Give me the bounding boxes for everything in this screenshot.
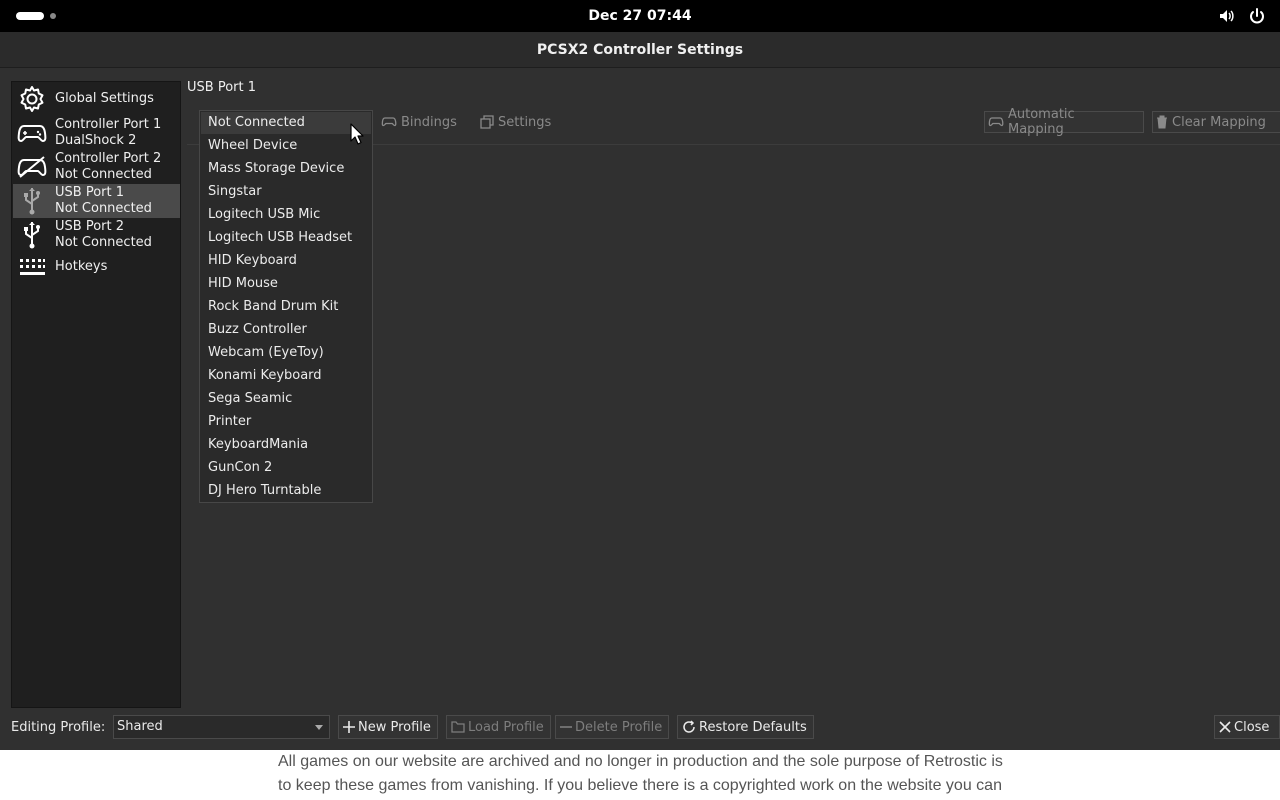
webpage-text-line: All games on our website are archived an… xyxy=(278,753,1003,770)
power-icon[interactable] xyxy=(1248,7,1266,25)
sidebar-item-controller-port-2[interactable]: Controller Port 2 Not Connected xyxy=(13,150,180,184)
dropdown-option[interactable]: Buzz Controller xyxy=(201,319,371,341)
profile-select-value: Shared xyxy=(117,719,163,734)
sidebar-item-label: USB Port 1 xyxy=(55,185,124,200)
sidebar-item-status: Not Connected xyxy=(55,201,152,216)
profile-bar: Editing Profile: Shared New Profile Load… xyxy=(0,708,1280,750)
sidebar-item-label: Controller Port 1 xyxy=(55,117,162,132)
dropdown-option[interactable]: DJ Hero Turntable xyxy=(201,480,371,502)
close-button[interactable]: Close xyxy=(1214,715,1280,739)
keyboard-icon xyxy=(17,252,47,282)
clock[interactable]: Dec 27 07:44 xyxy=(588,8,691,24)
sidebar-item-label: Controller Port 2 xyxy=(55,151,162,166)
load-profile-button[interactable]: Load Profile xyxy=(446,715,551,739)
gamepad-icon xyxy=(381,117,397,127)
bindings-tab[interactable]: Bindings xyxy=(381,111,457,133)
delete-profile-button[interactable]: Delete Profile xyxy=(555,715,670,739)
workspace-pill xyxy=(16,12,44,20)
gamepad-disconnected-icon xyxy=(17,152,47,182)
settings-icon xyxy=(480,115,494,129)
dropdown-option[interactable]: Singstar xyxy=(201,181,371,203)
dropdown-option[interactable]: Sega Seamic xyxy=(201,388,371,410)
webpage-text-line: to keep these games from vanishing. If y… xyxy=(278,777,1002,794)
automatic-mapping-button[interactable]: Automatic Mapping xyxy=(984,107,1144,137)
dropdown-option[interactable]: Logitech USB Mic xyxy=(201,204,371,226)
gamepad-icon xyxy=(17,118,47,148)
clear-mapping-button[interactable]: Clear Mapping xyxy=(1152,111,1280,133)
background-webpage: All games on our website are archived an… xyxy=(0,750,1280,800)
close-icon xyxy=(1219,721,1231,733)
dropdown-option[interactable]: Mass Storage Device xyxy=(201,158,371,180)
sidebar-item-label: Global Settings xyxy=(55,91,154,106)
usb-icon xyxy=(17,220,47,250)
sidebar-item-usb-port-1[interactable]: USB Port 1 Not Connected xyxy=(13,184,180,218)
dropdown-option[interactable]: Webcam (EyeToy) xyxy=(201,342,371,364)
chevron-down-icon xyxy=(315,725,323,730)
settings-tab[interactable]: Settings xyxy=(480,111,551,133)
new-profile-label: New Profile xyxy=(358,719,431,735)
sidebar-item-label: USB Port 2 xyxy=(55,219,124,234)
plus-icon xyxy=(343,721,355,733)
load-profile-label: Load Profile xyxy=(468,719,544,735)
dropdown-option[interactable]: Logitech USB Headset xyxy=(201,227,371,249)
profile-label: Editing Profile: xyxy=(11,720,106,735)
gamepad-icon xyxy=(988,117,1004,127)
restore-defaults-label: Restore Defaults xyxy=(699,719,807,735)
sidebar-item-hotkeys[interactable]: Hotkeys xyxy=(13,252,180,282)
system-tray[interactable] xyxy=(1218,7,1266,25)
folder-icon xyxy=(451,721,465,733)
trash-icon xyxy=(1157,115,1167,129)
port-title: USB Port 1 xyxy=(187,80,256,95)
profile-select[interactable]: Shared xyxy=(113,715,330,739)
sidebar-item-controller-port-1[interactable]: Controller Port 1 DualShock 2 xyxy=(13,116,180,150)
mouse-cursor-icon xyxy=(350,123,364,145)
dropdown-option[interactable]: Rock Band Drum Kit xyxy=(201,296,371,318)
system-top-bar: Dec 27 07:44 xyxy=(0,0,1280,32)
dropdown-option[interactable]: Konami Keyboard xyxy=(201,365,371,387)
new-profile-button[interactable]: New Profile xyxy=(338,715,438,739)
dropdown-option[interactable]: Wheel Device xyxy=(201,135,371,157)
settings-label: Settings xyxy=(498,114,552,130)
restore-defaults-button[interactable]: Restore Defaults xyxy=(677,715,814,739)
dropdown-option[interactable]: KeyboardMania xyxy=(201,434,371,456)
activities-indicator[interactable] xyxy=(16,12,56,20)
sidebar-item-status: Not Connected xyxy=(55,235,152,250)
window-title: PCSX2 Controller Settings xyxy=(0,32,1280,68)
clear-mapping-label: Clear Mapping xyxy=(1172,114,1266,130)
minus-icon xyxy=(560,726,572,728)
usb-icon xyxy=(17,186,47,216)
workspace-dot xyxy=(50,13,56,19)
refresh-icon xyxy=(683,720,695,733)
volume-icon[interactable] xyxy=(1218,7,1236,25)
bindings-label: Bindings xyxy=(401,114,457,130)
delete-profile-label: Delete Profile xyxy=(575,719,663,735)
sidebar-item-status: DualShock 2 xyxy=(55,133,137,148)
dropdown-option[interactable]: HID Mouse xyxy=(201,273,371,295)
sidebar-item-status: Not Connected xyxy=(55,167,152,182)
dropdown-option[interactable]: HID Keyboard xyxy=(201,250,371,272)
sidebar-item-label: Hotkeys xyxy=(55,259,108,274)
dropdown-option[interactable]: Printer xyxy=(201,411,371,433)
sidebar-item-global-settings[interactable]: Global Settings xyxy=(13,82,180,116)
sidebar-item-usb-port-2[interactable]: USB Port 2 Not Connected xyxy=(13,218,180,252)
usb-device-dropdown[interactable]: Not Connected Wheel Device Mass Storage … xyxy=(199,110,373,503)
gear-icon xyxy=(17,84,47,114)
controller-settings-window: PCSX2 Controller Settings Global Setting… xyxy=(0,32,1280,750)
automatic-mapping-label: Automatic Mapping xyxy=(1008,107,1075,137)
close-label: Close xyxy=(1234,719,1270,735)
dropdown-option[interactable]: Not Connected xyxy=(201,112,371,134)
settings-sidebar: Global Settings Controller Port 1 DualSh… xyxy=(11,81,181,708)
dropdown-option[interactable]: GunCon 2 xyxy=(201,457,371,479)
